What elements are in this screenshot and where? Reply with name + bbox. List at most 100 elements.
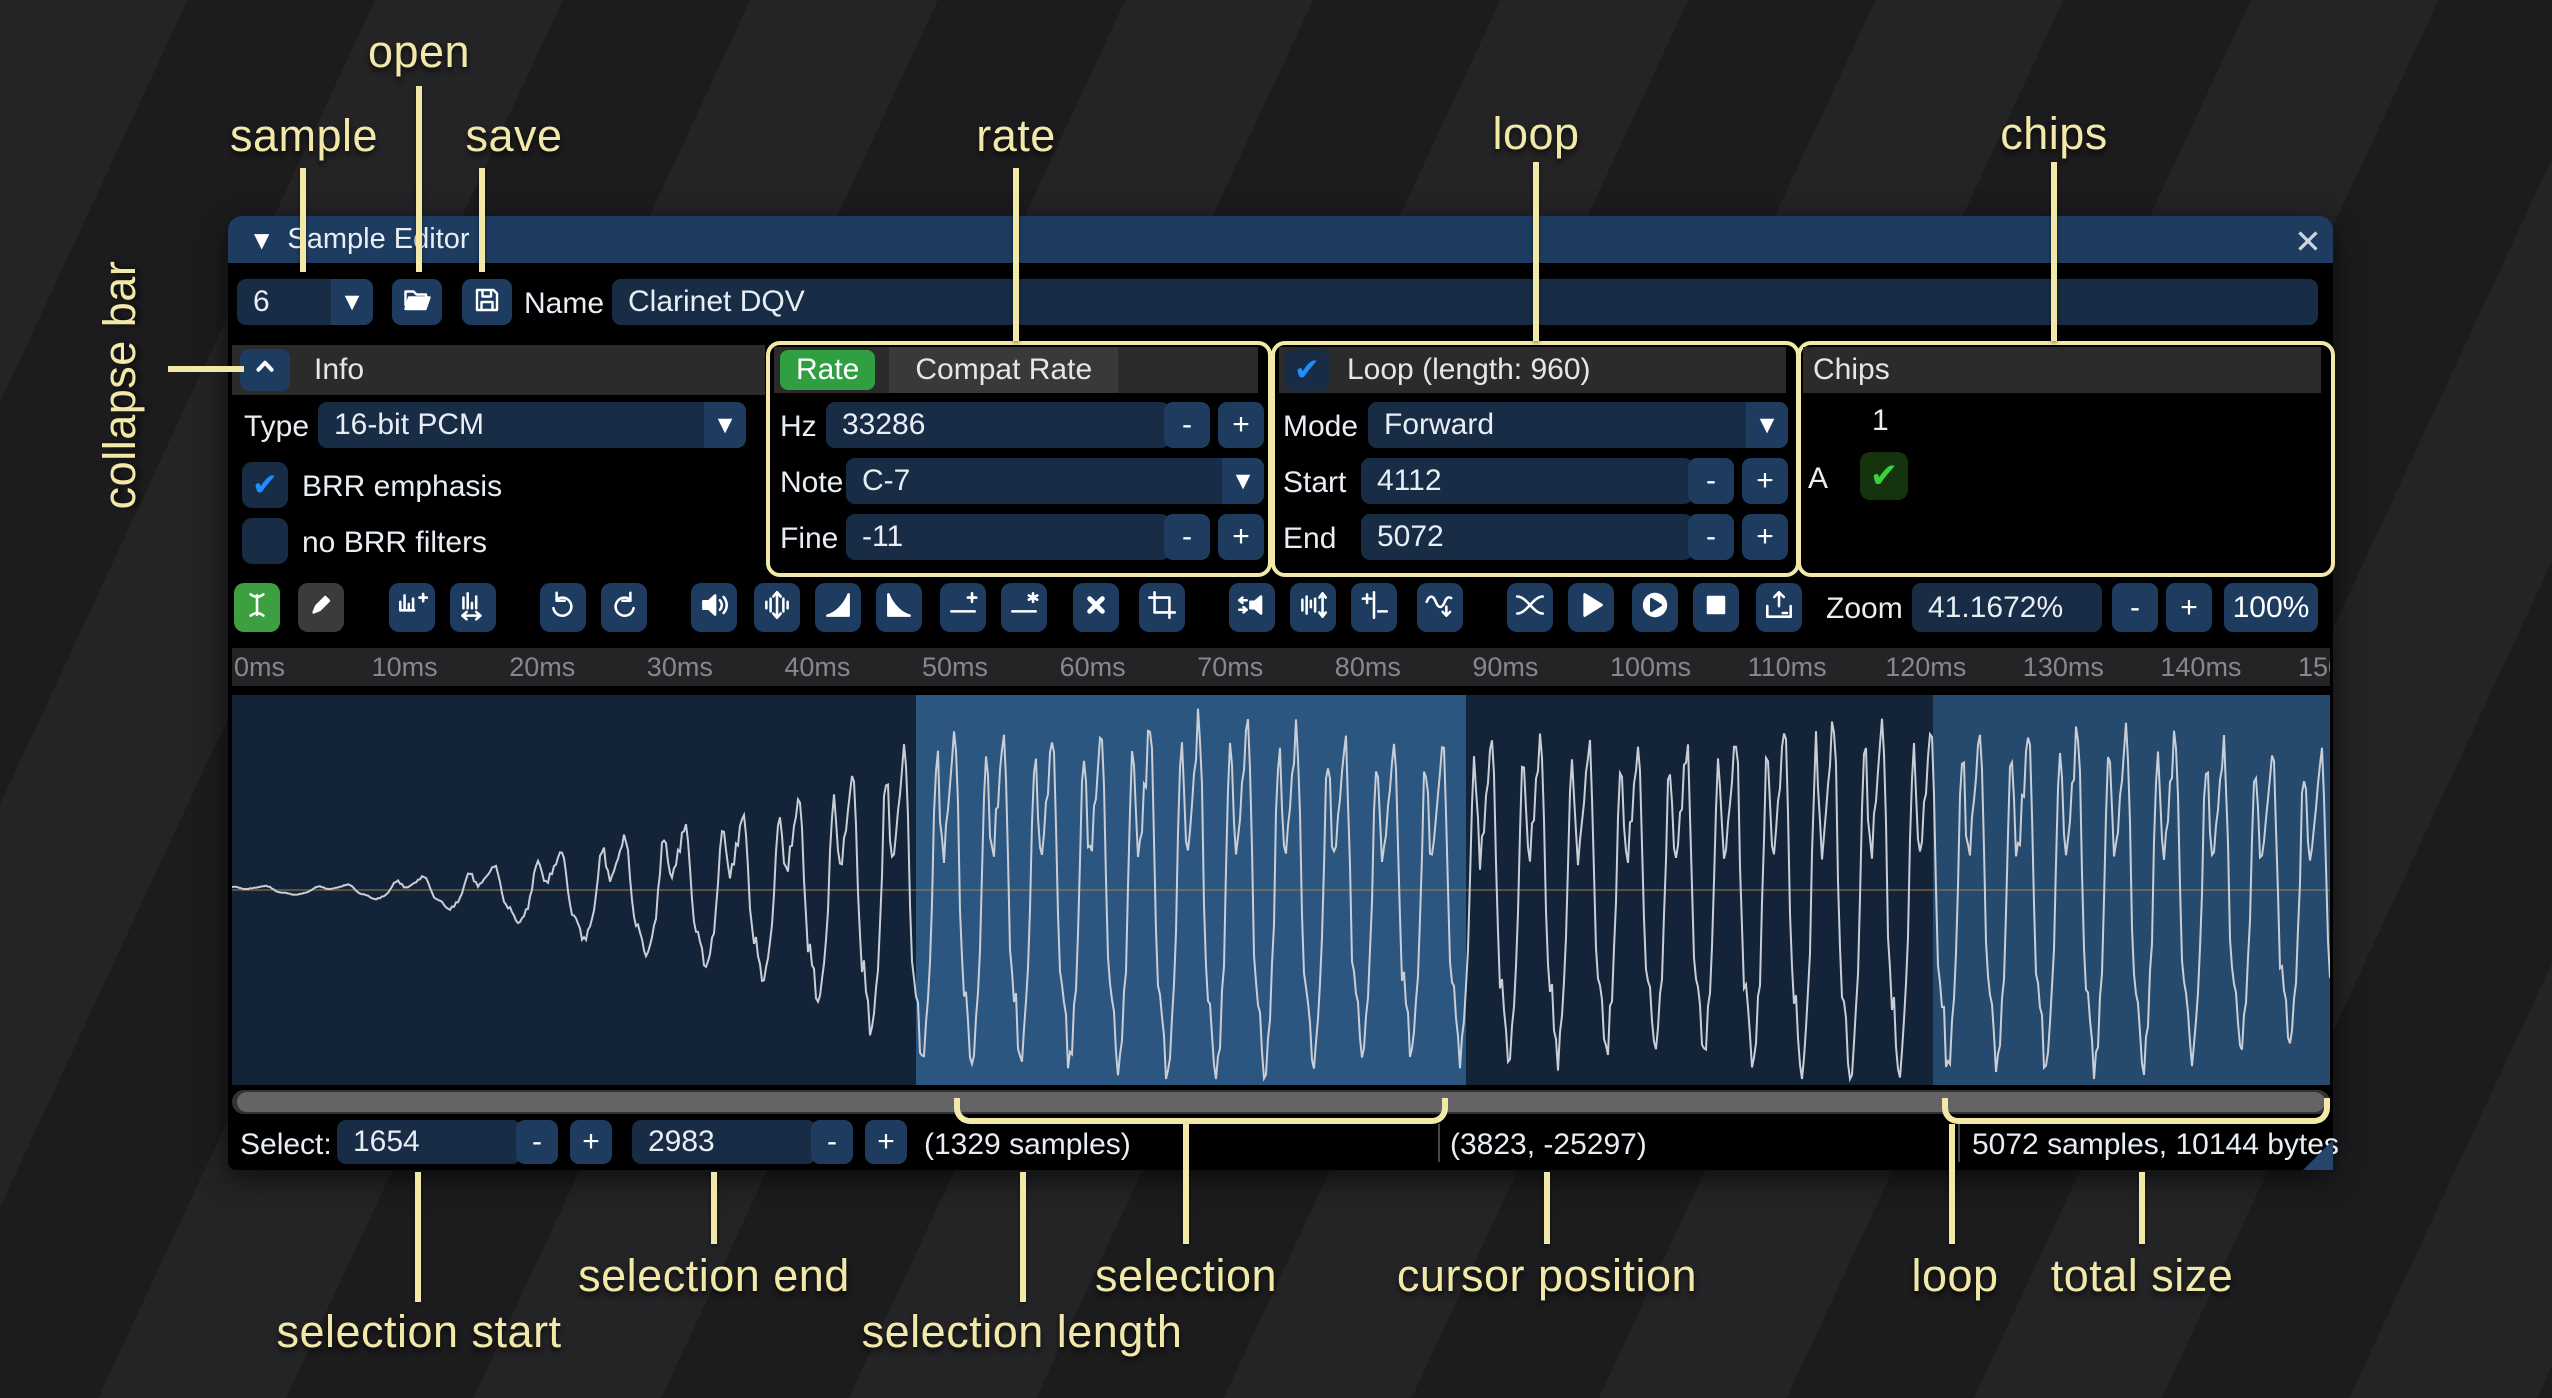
- ruler-label: 100ms: [1610, 652, 1691, 683]
- annotation-line-cursor-position: [1544, 1172, 1550, 1244]
- resample-button[interactable]: [450, 583, 496, 632]
- loop-enable-checkbox[interactable]: ✔: [1285, 349, 1329, 391]
- annotation-cursor-position: cursor position: [1397, 1250, 1697, 1302]
- loop-start-increment-button[interactable]: +: [1742, 458, 1788, 504]
- trim-button[interactable]: [1139, 583, 1185, 632]
- fine-increment-button[interactable]: +: [1218, 514, 1264, 560]
- selection-start-decrement-button[interactable]: -: [516, 1120, 558, 1164]
- save-sample-button[interactable]: [462, 279, 512, 325]
- loop-end-increment-button[interactable]: +: [1742, 514, 1788, 560]
- invert-button[interactable]: [1290, 583, 1336, 632]
- ruler-label: 130ms: [2023, 652, 2104, 683]
- loop-start-label: Start: [1283, 466, 1346, 500]
- status-separator: [1438, 1124, 1440, 1162]
- waveform-display[interactable]: [232, 695, 2330, 1085]
- insert-silence-icon: [946, 588, 980, 627]
- hz-increment-button[interactable]: +: [1218, 402, 1264, 448]
- chevron-down-icon[interactable]: ▼: [1746, 402, 1788, 448]
- apply-silence-button[interactable]: [1001, 583, 1047, 632]
- annotation-selection-end: selection end: [578, 1250, 850, 1302]
- no-brr-filters-checkbox[interactable]: [242, 518, 288, 564]
- chevron-down-icon[interactable]: ▼: [704, 402, 746, 448]
- sample-type-select[interactable]: 16-bit PCM ▼: [318, 402, 746, 448]
- brr-emphasis-label: BRR emphasis: [302, 470, 502, 504]
- selection-start-input[interactable]: 1654: [337, 1120, 521, 1164]
- compat-rate-tab[interactable]: Compat Rate: [889, 347, 1118, 393]
- selection-end-decrement-button[interactable]: -: [811, 1120, 853, 1164]
- info-panel-header: Info: [232, 345, 765, 395]
- info-panel-title: Info: [314, 353, 364, 387]
- zoom-out-button[interactable]: -: [2112, 583, 2158, 632]
- check-icon: ✔: [1294, 352, 1320, 388]
- trim-icon: [1145, 588, 1179, 627]
- note-select[interactable]: C-7 ▼: [846, 458, 1264, 504]
- brr-emphasis-checkbox[interactable]: ✔: [242, 462, 288, 508]
- sample-name-input[interactable]: Clarinet DQV: [612, 279, 2318, 325]
- annotation-rate: rate: [976, 110, 1056, 162]
- draw-mode-button[interactable]: [298, 583, 344, 632]
- hz-input[interactable]: 33286: [826, 402, 1170, 448]
- annotation-loop-bottom: loop: [1911, 1250, 1998, 1302]
- resize-grip[interactable]: [2303, 1140, 2333, 1170]
- annotation-bracket-selection: [954, 1098, 1448, 1124]
- chip-enable-checkbox[interactable]: ✔: [1860, 452, 1908, 500]
- delete-button[interactable]: [1073, 583, 1119, 632]
- preview-selection-button[interactable]: [1632, 583, 1678, 632]
- note-label: Note: [780, 466, 843, 500]
- ruler-label: 150ms: [2298, 652, 2330, 683]
- chevron-down-icon[interactable]: ▼: [331, 279, 373, 325]
- loop-start-input[interactable]: 4112: [1361, 458, 1693, 504]
- fine-decrement-button[interactable]: -: [1164, 514, 1210, 560]
- close-icon[interactable]: ✕: [2288, 222, 2328, 258]
- annotation-line-selection: [1183, 1124, 1189, 1244]
- signed-unsigned-button[interactable]: [1351, 583, 1397, 632]
- undo-button[interactable]: [540, 583, 586, 632]
- reverse-button[interactable]: [1229, 583, 1275, 632]
- selection-start-increment-button[interactable]: +: [570, 1120, 612, 1164]
- sample-selector-value: 6: [237, 279, 331, 325]
- redo-button[interactable]: [601, 583, 647, 632]
- stop-preview-button[interactable]: [1693, 583, 1739, 632]
- fine-input[interactable]: -11: [846, 514, 1170, 560]
- annotation-selection-length: selection length: [862, 1306, 1183, 1358]
- fade-out-button[interactable]: [876, 583, 922, 632]
- ruler-label: 120ms: [1885, 652, 1966, 683]
- loop-end-decrement-button[interactable]: -: [1688, 514, 1734, 560]
- annotation-sample: sample: [230, 110, 378, 162]
- insert-silence-button[interactable]: [940, 583, 986, 632]
- loop-start-decrement-button[interactable]: -: [1688, 458, 1734, 504]
- loop-mode-select[interactable]: Forward ▼: [1368, 402, 1788, 448]
- filter-button[interactable]: [1417, 583, 1463, 632]
- normalize-button[interactable]: [754, 583, 800, 632]
- resize-icon: [395, 588, 429, 627]
- zoom-reset-button[interactable]: 100%: [2224, 583, 2318, 632]
- collapse-bar-button[interactable]: [240, 349, 290, 391]
- reverse-icon: [1235, 588, 1269, 627]
- crossfade-button[interactable]: [1507, 583, 1553, 632]
- selection-end-input[interactable]: 2983: [632, 1120, 816, 1164]
- hz-decrement-button[interactable]: -: [1164, 402, 1210, 448]
- amplify-button[interactable]: [691, 583, 737, 632]
- rate-panel-header: Rate Compat Rate: [774, 347, 1258, 393]
- annotation-line-sample: [300, 168, 306, 272]
- rate-badge: Rate: [780, 350, 875, 390]
- selection-length-text: (1329 samples): [924, 1128, 1131, 1162]
- open-sample-button[interactable]: [392, 279, 442, 325]
- create-instrument-button[interactable]: [1756, 583, 1802, 632]
- chip-column-header: 1: [1872, 404, 1889, 438]
- zoom-in-button[interactable]: +: [2166, 583, 2212, 632]
- fade-in-button[interactable]: [815, 583, 861, 632]
- window-collapse-arrow-icon[interactable]: ▼: [254, 228, 269, 252]
- sample-selector[interactable]: 6 ▼: [237, 279, 373, 325]
- annotation-line-open: [416, 86, 422, 272]
- annotation-line-save: [479, 168, 485, 272]
- selection-end-increment-button[interactable]: +: [865, 1120, 907, 1164]
- loop-end-input[interactable]: 5072: [1361, 514, 1693, 560]
- preview-button[interactable]: [1568, 583, 1614, 632]
- chevron-down-icon[interactable]: ▼: [1222, 458, 1264, 504]
- zoom-input[interactable]: 41.1672%: [1912, 583, 2102, 632]
- annotation-line-loop: [1533, 162, 1539, 341]
- pencil-icon: [304, 588, 338, 627]
- resize-button[interactable]: [389, 583, 435, 632]
- edit-mode-button[interactable]: [234, 583, 280, 632]
